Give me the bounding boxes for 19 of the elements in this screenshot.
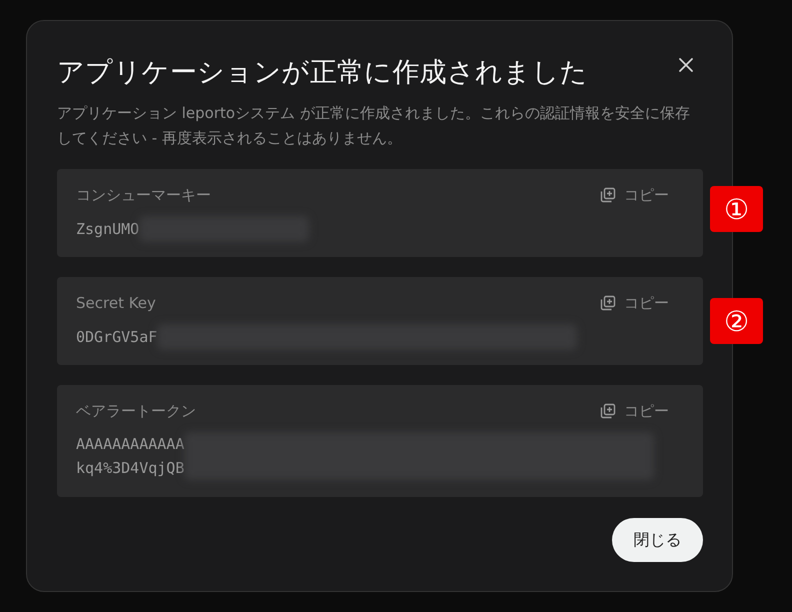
copy-button[interactable]: コピー: [600, 186, 669, 204]
copy-button[interactable]: コピー: [600, 402, 669, 420]
close-icon[interactable]: [678, 57, 694, 73]
credential-label: Secret Key: [76, 293, 156, 314]
credential-label: コンシューマーキー: [76, 185, 211, 206]
credential-label: ベアラートークン: [76, 401, 196, 422]
close-button[interactable]: 閉じる: [612, 518, 703, 562]
credential-value: 0DGrGV5aF: [76, 327, 158, 348]
copy-button[interactable]: コピー: [600, 294, 669, 312]
copy-icon: [600, 187, 616, 203]
credential-value: AAAAAAAAAAAA: [76, 434, 184, 455]
dialog-title: アプリケーションが正常に作成されました: [57, 56, 588, 90]
credential-value: kq4%3D4VqjQB: [76, 458, 184, 479]
dialog-description: アプリケーション leportoシステム が正常に作成されました。これらの認証情報を安全に保存してください - 再度表示されることはありません。: [57, 103, 691, 149]
copy-icon: [600, 295, 616, 311]
copy-icon: [600, 403, 616, 419]
credential-value: ZsgnUMO: [76, 219, 140, 240]
annotation-badge: ②: [710, 298, 763, 344]
annotation-badge: ①: [710, 186, 763, 232]
